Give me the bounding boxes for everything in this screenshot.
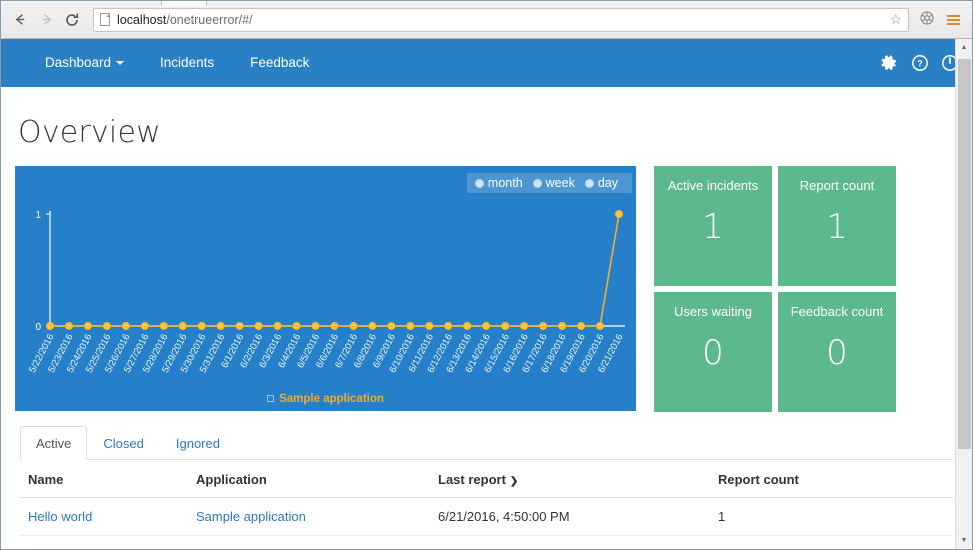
sort-descending-icon: ❯: [509, 476, 519, 487]
incident-table-head: Name Application Last report ❯ Report cou…: [20, 460, 953, 498]
incident-table: Name Application Last report ❯ Report cou…: [20, 460, 953, 536]
incident-name-link[interactable]: Hello world: [28, 509, 92, 524]
incident-table-body: Hello world Sample application 6/21/2016…: [20, 497, 953, 536]
settings-gear-icon[interactable]: [881, 54, 898, 72]
forward-arrow-icon: [33, 7, 59, 33]
scroll-down-arrow-icon[interactable]: ▼: [956, 532, 972, 549]
cell-application[interactable]: Sample application: [188, 497, 430, 536]
stat-tile-value: 0: [826, 333, 848, 373]
table-row[interactable]: Hello world Sample application 6/21/2016…: [20, 497, 953, 536]
stat-tile-label: Report count: [799, 178, 875, 193]
bookmark-star-icon[interactable]: ☆: [889, 11, 902, 28]
cell-last-report: 6/21/2016, 4:50:00 PM: [430, 497, 710, 536]
stat-tile-grid: Active incidents 1 Report count 1 Users …: [654, 166, 896, 412]
incident-chart-panel: month week day 1 0 5/22/2016 5/23/2016 5/24/…: [15, 166, 636, 411]
nav-link-dashboard-label: Dashboard: [45, 55, 112, 70]
page-document-icon: [100, 13, 110, 26]
url-text: localhost/onetrueerror/#/: [117, 12, 253, 27]
browser-tab-stub[interactable]: [161, 1, 207, 6]
scroll-up-arrow-icon[interactable]: ▲: [956, 39, 972, 56]
nav-link-feedback[interactable]: Feedback: [232, 39, 327, 87]
stat-tile-value: 1: [702, 207, 724, 247]
column-header-report-count[interactable]: Report count: [710, 460, 953, 498]
column-header-last-report[interactable]: Last report ❯: [430, 460, 710, 498]
tab-active[interactable]: Active: [20, 426, 88, 460]
stat-tile-users-waiting[interactable]: Users waiting 0: [654, 292, 772, 412]
page-scrollbar[interactable]: ▲ ▼: [955, 39, 972, 549]
chart-legend: Sample application: [15, 393, 636, 405]
column-header-application[interactable]: Application: [188, 460, 430, 498]
legend-label: Sample application: [279, 393, 384, 405]
stat-tile-label: Feedback count: [790, 304, 884, 319]
stat-tile-label: Active incidents: [667, 178, 759, 193]
url-path: /onetrueerror/#/: [166, 12, 253, 27]
legend-marker-icon: [267, 395, 275, 403]
page-content: Overview month week day 1 0 5/22/2016 5/23/…: [1, 115, 972, 536]
stat-tile-label: Users waiting: [673, 304, 753, 319]
nav-link-incidents[interactable]: Incidents: [142, 39, 232, 87]
page-title: Overview: [18, 115, 161, 150]
nav-icon-group: ?: [881, 54, 958, 72]
stat-tile-active-incidents[interactable]: Active incidents 1: [654, 166, 772, 286]
tab-closed[interactable]: Closed: [87, 426, 159, 460]
stat-tile-value: 0: [702, 333, 724, 373]
stat-tile-feedback-count[interactable]: Feedback count 0: [778, 292, 896, 412]
column-header-last-report-label: Last report: [438, 472, 506, 487]
dashboard-row: month week day 1 0 5/22/2016 5/23/2016 5/24/…: [15, 166, 958, 412]
help-question-icon[interactable]: ?: [912, 55, 928, 71]
browser-window: localhost/onetrueerror/#/ ☆ Dashboard In…: [0, 0, 973, 550]
extension-icon[interactable]: [915, 10, 939, 30]
stat-tile-value: 1: [826, 207, 848, 247]
svg-text:1: 1: [35, 210, 41, 221]
scrollbar-thumb[interactable]: [958, 59, 971, 449]
incident-list-section: Active Closed Ignored Name Application L…: [15, 426, 958, 536]
column-header-name[interactable]: Name: [20, 460, 188, 498]
application-link[interactable]: Sample application: [196, 509, 306, 524]
browser-right-controls: [915, 10, 966, 30]
cell-incident-name[interactable]: Hello world: [20, 497, 188, 536]
tab-ignored[interactable]: Ignored: [160, 426, 236, 460]
stat-tile-report-count[interactable]: Report count 1: [778, 166, 896, 286]
incident-tabs: Active Closed Ignored: [20, 426, 953, 460]
table-header-row: Name Application Last report ❯ Report cou…: [20, 460, 953, 498]
svg-text:0: 0: [35, 322, 41, 333]
app-navbar: Dashboard Incidents Feedback ?: [1, 39, 972, 87]
hamburger-menu-icon[interactable]: [942, 10, 964, 30]
address-bar[interactable]: localhost/onetrueerror/#/ ☆: [93, 7, 909, 32]
svg-text:?: ?: [917, 59, 923, 69]
line-chart-plot: 105/22/20165/23/20165/24/20165/25/20165/…: [27, 209, 626, 375]
chevron-down-icon: [116, 61, 125, 66]
cell-report-count: 1: [710, 497, 953, 536]
nav-link-dashboard[interactable]: Dashboard: [27, 39, 142, 87]
nav-links: Dashboard Incidents Feedback: [27, 39, 327, 87]
reload-icon[interactable]: [59, 7, 85, 33]
browser-toolbar: localhost/onetrueerror/#/ ☆: [1, 1, 972, 39]
back-arrow-icon[interactable]: [7, 7, 33, 33]
